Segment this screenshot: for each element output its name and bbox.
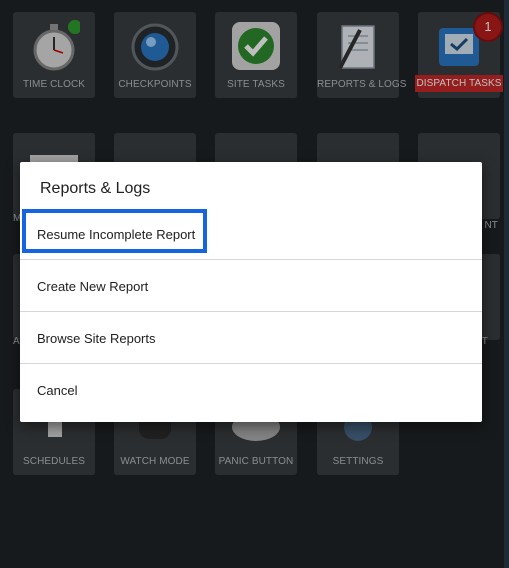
option-label: Cancel — [37, 383, 78, 398]
option-label: Browse Site Reports — [37, 331, 156, 346]
create-new-report-option[interactable]: Create New Report — [20, 260, 482, 312]
browse-site-reports-option[interactable]: Browse Site Reports — [20, 312, 482, 364]
dialog-title: Reports & Logs — [40, 180, 151, 197]
cancel-option[interactable]: Cancel — [20, 364, 482, 416]
focus-highlight — [22, 209, 207, 253]
reports-logs-dialog: Reports & Logs Resume Incomplete Report … — [20, 162, 482, 422]
option-label: Create New Report — [37, 279, 149, 294]
